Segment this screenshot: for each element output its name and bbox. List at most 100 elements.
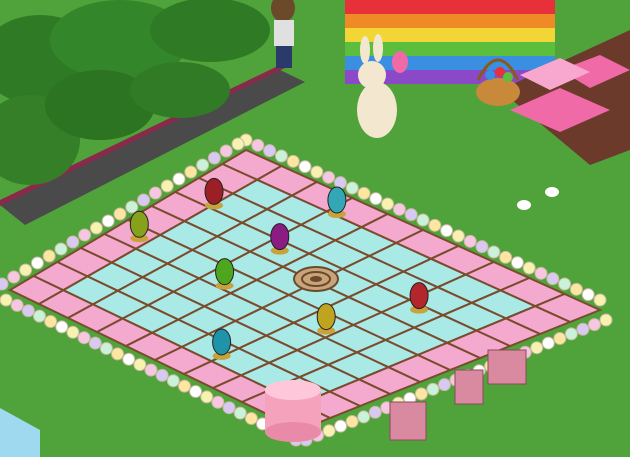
- candy-bead: [113, 207, 127, 221]
- candy-bead: [44, 315, 58, 329]
- candy-bead: [522, 261, 536, 275]
- candy-bead: [546, 272, 560, 286]
- purple-egg[interactable]: [270, 223, 290, 255]
- candy-bead: [530, 341, 544, 355]
- candy-bead: [233, 406, 247, 420]
- candy-bead: [211, 395, 225, 409]
- candy-bead: [122, 352, 136, 366]
- candy-bead: [510, 256, 524, 270]
- candy-bead: [101, 214, 115, 228]
- candy-bead: [55, 320, 69, 334]
- blue-egg[interactable]: [212, 328, 232, 360]
- candy-bead: [345, 415, 359, 429]
- rainbow-stripe: [345, 14, 555, 28]
- candy-bead: [137, 193, 151, 207]
- candy-bead: [89, 221, 103, 235]
- candy-bead: [286, 154, 300, 168]
- candy-bead: [298, 160, 312, 174]
- candy-bead: [564, 327, 578, 341]
- candy-bead: [310, 165, 324, 179]
- candy-bead: [172, 172, 186, 186]
- candy-bead: [144, 363, 158, 377]
- candy-bead: [222, 401, 236, 415]
- candy-bead: [487, 245, 501, 259]
- candy-bead: [177, 379, 191, 393]
- red-egg-2[interactable]: [409, 282, 429, 314]
- candy-bead: [30, 256, 44, 270]
- candy-bead: [88, 336, 102, 350]
- candy-bead: [437, 378, 451, 392]
- candy-bead: [77, 331, 91, 345]
- candy-bead: [322, 424, 336, 438]
- candy-bead: [0, 293, 13, 307]
- candy-bead: [219, 144, 233, 158]
- candy-bead: [78, 228, 92, 242]
- candy-bead: [499, 250, 513, 264]
- candy-bead: [475, 240, 489, 254]
- green-egg[interactable]: [129, 210, 149, 243]
- rug-target[interactable]: [293, 266, 339, 292]
- candy-bead: [10, 298, 24, 312]
- candy-bead: [263, 144, 277, 158]
- candy-bead: [66, 235, 80, 249]
- red-egg[interactable]: [204, 177, 224, 210]
- candy-bead: [414, 387, 428, 401]
- candy-bead: [368, 405, 382, 419]
- candy-bead: [369, 192, 383, 206]
- candy-bead: [189, 385, 203, 399]
- candy-bead: [593, 293, 607, 307]
- candy-bead: [576, 322, 590, 336]
- candy-bead: [148, 186, 162, 200]
- candy-bead: [54, 242, 68, 256]
- candy-bead: [541, 336, 555, 350]
- candy-bead: [111, 347, 125, 361]
- candy-bead: [99, 341, 113, 355]
- candy-bead: [207, 151, 221, 165]
- candy-bead: [463, 234, 477, 248]
- candy-bead: [66, 325, 80, 339]
- yellow-egg[interactable]: [316, 303, 336, 335]
- candy-bead: [392, 202, 406, 216]
- cake-pedestal[interactable]: [265, 380, 321, 442]
- candy-bead: [440, 224, 454, 238]
- candy-bead: [155, 368, 169, 382]
- candy-bead: [251, 138, 265, 152]
- candy-bead: [21, 304, 35, 318]
- candy-bead: [569, 282, 583, 296]
- candy-bead: [416, 213, 430, 227]
- candy-bead: [166, 374, 180, 388]
- candy-bead: [0, 277, 9, 291]
- candy-bead: [581, 288, 595, 302]
- candy-bead: [7, 270, 21, 284]
- candy-bead: [322, 170, 336, 184]
- candy-bead: [558, 277, 572, 291]
- teal-egg[interactable]: [327, 186, 347, 219]
- candy-bead: [587, 318, 601, 332]
- rainbow-stripe: [345, 0, 555, 14]
- candy-bead: [19, 263, 33, 277]
- candy-bead: [345, 181, 359, 195]
- candy-bead: [599, 313, 613, 327]
- candy-bead: [274, 149, 288, 163]
- candy-bead: [32, 309, 46, 323]
- lime-egg[interactable]: [215, 258, 235, 290]
- candy-bead: [200, 390, 214, 404]
- candy-bead: [334, 419, 348, 433]
- game-scene[interactable]: [0, 0, 630, 457]
- candy-bead: [357, 186, 371, 200]
- candy-bead: [196, 158, 210, 172]
- candy-bead: [426, 382, 440, 396]
- candy-bead: [357, 410, 371, 424]
- candy-bead: [428, 218, 442, 232]
- candy-bead: [381, 197, 395, 211]
- candy-bead: [451, 229, 465, 243]
- room-canvas[interactable]: [0, 0, 630, 457]
- candy-bead: [160, 179, 174, 193]
- candy-bead: [553, 331, 567, 345]
- candy-bead: [244, 411, 258, 425]
- candy-bead: [125, 200, 139, 214]
- candy-bead: [133, 358, 147, 372]
- candy-bead: [534, 266, 548, 280]
- candy-bead: [42, 249, 56, 263]
- candy-bead: [404, 208, 418, 222]
